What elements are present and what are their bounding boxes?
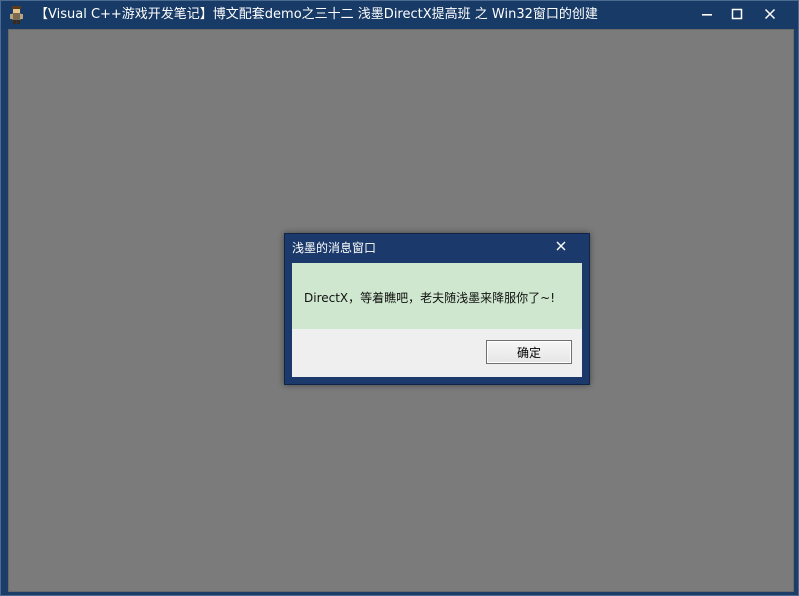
dialog-title: 浅墨的消息窗口 [292, 241, 377, 255]
window-title: 【Visual C++游戏开发笔记】博文配套demo之三十二 浅墨DirectX… [35, 7, 598, 22]
game-character-icon [7, 5, 27, 25]
close-icon [764, 8, 776, 20]
dialog-close-button[interactable] [550, 237, 572, 255]
titlebar[interactable]: 【Visual C++游戏开发笔记】博文配套demo之三十二 浅墨DirectX… [1, 1, 798, 29]
dialog-footer: 确定 [292, 329, 582, 377]
minimize-button[interactable] [690, 1, 724, 27]
message-dialog: 浅墨的消息窗口 DirectX，等着瞧吧，老夫随浅墨来降服你了~! 确定 [284, 233, 590, 385]
ok-button[interactable]: 确定 [486, 340, 572, 364]
dialog-message-area: DirectX，等着瞧吧，老夫随浅墨来降服你了~! [292, 263, 582, 329]
maximize-icon [731, 8, 743, 20]
close-icon [556, 241, 566, 251]
maximize-button[interactable] [720, 1, 754, 27]
minimize-icon [702, 14, 712, 16]
app-window: 【Visual C++游戏开发笔记】博文配套demo之三十二 浅墨DirectX… [0, 0, 799, 596]
dialog-message: DirectX，等着瞧吧，老夫随浅墨来降服你了~! [304, 291, 556, 305]
close-button[interactable] [753, 1, 787, 27]
